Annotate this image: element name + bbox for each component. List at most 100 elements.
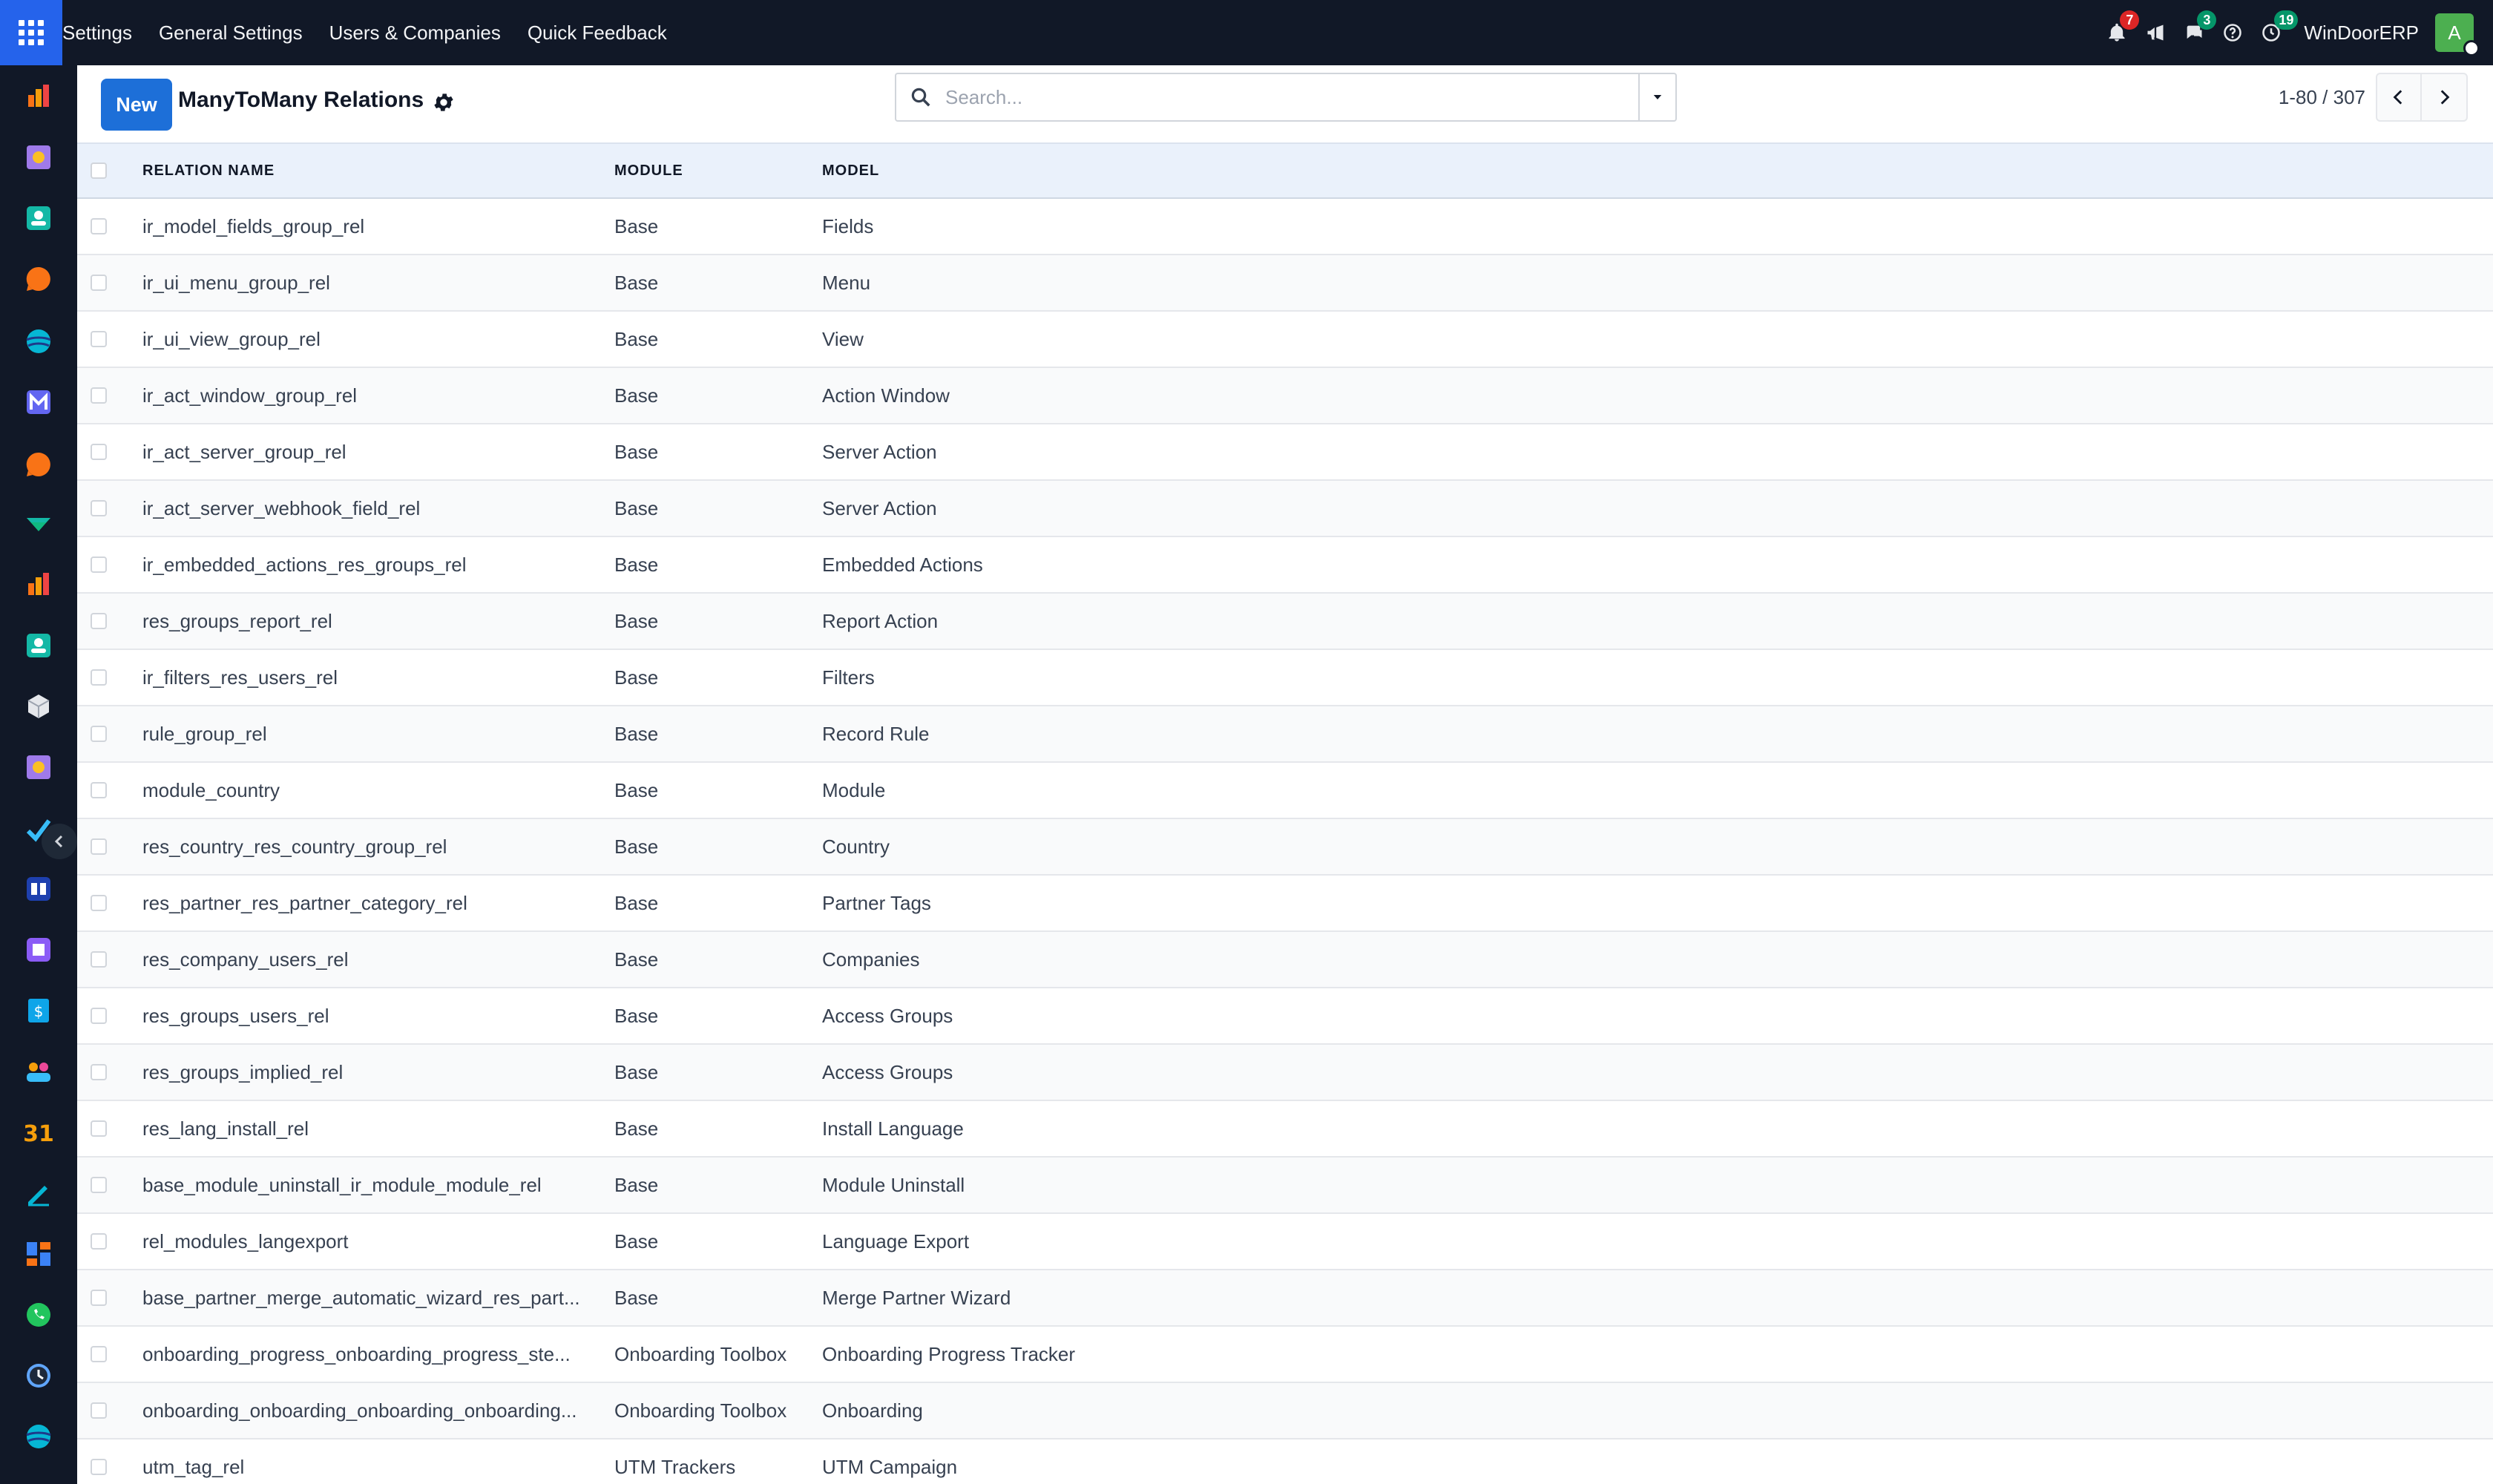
relation-name-cell[interactable]: ir_ui_menu_group_rel — [142, 255, 614, 311]
relation-name-cell[interactable]: ir_model_fields_group_rel — [142, 198, 614, 255]
relation-name-cell[interactable]: res_company_users_rel — [142, 931, 614, 988]
row-checkbox[interactable] — [91, 1233, 107, 1250]
contacts-icon[interactable] — [22, 202, 55, 234]
model-cell[interactable]: Menu — [822, 255, 2493, 311]
model-cell[interactable]: Onboarding Progress Tracker — [822, 1326, 2493, 1382]
company-switcher[interactable]: WinDoorERP — [2290, 22, 2435, 45]
module-cell[interactable]: Base — [614, 988, 822, 1044]
dashboard-icon[interactable] — [22, 1238, 55, 1270]
row-checkbox[interactable] — [91, 726, 107, 742]
contacts-icon[interactable] — [22, 629, 55, 662]
module-cell[interactable]: Base — [614, 198, 822, 255]
website-icon[interactable] — [22, 325, 55, 358]
row-checkbox[interactable] — [91, 613, 107, 629]
row-checkbox[interactable] — [91, 556, 107, 573]
project-icon[interactable] — [22, 508, 55, 540]
model-cell[interactable]: Embedded Actions — [822, 536, 2493, 593]
invoicing-icon[interactable]: $ — [22, 994, 55, 1027]
table-row[interactable]: rel_modules_langexport Base Language Expor… — [77, 1213, 2493, 1270]
model-cell[interactable]: Record Rule — [822, 706, 2493, 762]
sign-icon[interactable] — [22, 1177, 55, 1209]
column-header-model[interactable]: MODEL — [822, 143, 2493, 198]
messages-button[interactable]: 3 — [2175, 0, 2217, 65]
model-cell[interactable]: Filters — [822, 649, 2493, 706]
new-button[interactable]: New — [101, 79, 172, 131]
relation-name-cell[interactable]: res_lang_install_rel — [142, 1100, 614, 1157]
activities-button[interactable]: 19 — [2252, 0, 2299, 65]
whatsapp-icon[interactable] — [22, 1298, 55, 1331]
row-checkbox[interactable] — [91, 331, 107, 347]
user-avatar[interactable]: A — [2435, 13, 2480, 56]
table-row[interactable]: onboarding_progress_onboarding_progress_… — [77, 1326, 2493, 1382]
table-row[interactable]: res_country_res_country_group_rel Base Cou… — [77, 818, 2493, 875]
table-row[interactable]: ir_filters_res_users_rel Base Filters — [77, 649, 2493, 706]
model-cell[interactable]: View — [822, 311, 2493, 367]
table-row[interactable]: ir_act_window_group_rel Base Action Window — [77, 367, 2493, 424]
email-marketing-icon[interactable] — [22, 386, 55, 418]
row-checkbox[interactable] — [91, 895, 107, 911]
model-cell[interactable]: Country — [822, 818, 2493, 875]
row-checkbox[interactable] — [91, 838, 107, 855]
notifications-button[interactable]: 7 — [2098, 0, 2140, 65]
module-cell[interactable]: Base — [614, 255, 822, 311]
row-checkbox[interactable] — [91, 669, 107, 686]
row-checkbox[interactable] — [91, 275, 107, 291]
row-checkbox[interactable] — [91, 782, 107, 798]
model-cell[interactable]: UTM Campaign — [822, 1439, 2493, 1484]
relation-name-cell[interactable]: ir_embedded_actions_res_groups_rel — [142, 536, 614, 593]
table-row[interactable]: rule_group_rel Base Record Rule — [77, 706, 2493, 762]
relation-name-cell[interactable]: utm_tag_rel — [142, 1439, 614, 1484]
search-icon[interactable] — [896, 74, 945, 120]
module-cell[interactable]: Base — [614, 762, 822, 818]
livechat-icon[interactable] — [22, 448, 55, 481]
timesheet-icon[interactable] — [22, 1359, 55, 1392]
select-all-checkbox[interactable] — [91, 162, 107, 179]
table-row[interactable]: ir_ui_menu_group_rel Base Menu — [77, 255, 2493, 311]
relation-name-cell[interactable]: ir_ui_view_group_rel — [142, 311, 614, 367]
relation-name-cell[interactable]: res_partner_res_partner_category_rel — [142, 875, 614, 931]
relation-name-cell[interactable]: base_module_uninstall_ir_module_module_r… — [142, 1157, 614, 1213]
model-cell[interactable]: Module Uninstall — [822, 1157, 2493, 1213]
module-cell[interactable]: Base — [614, 649, 822, 706]
module-cell[interactable]: Base — [614, 931, 822, 988]
table-row[interactable]: res_partner_res_partner_category_rel Base… — [77, 875, 2493, 931]
menu-quick-feedback[interactable]: Quick Feedback — [514, 0, 680, 65]
module-cell[interactable]: Base — [614, 1044, 822, 1100]
row-checkbox[interactable] — [91, 1290, 107, 1306]
model-cell[interactable]: Companies — [822, 931, 2493, 988]
model-cell[interactable]: Server Action — [822, 480, 2493, 536]
apps-menu-button[interactable] — [0, 0, 62, 65]
column-header-module[interactable]: MODULE — [614, 143, 822, 198]
module-cell[interactable]: Base — [614, 818, 822, 875]
module-cell[interactable]: Base — [614, 593, 822, 649]
table-row[interactable]: ir_model_fields_group_rel Base Fields — [77, 198, 2493, 255]
pager-next-button[interactable] — [2422, 73, 2468, 122]
model-cell[interactable]: Install Language — [822, 1100, 2493, 1157]
table-row[interactable]: base_partner_merge_automatic_wizard_res_… — [77, 1270, 2493, 1326]
module-cell[interactable]: Onboarding Toolbox — [614, 1382, 822, 1439]
calendar-icon[interactable]: 31 — [22, 1116, 55, 1149]
table-row[interactable]: utm_tag_rel UTM Trackers UTM Campaign — [77, 1439, 2493, 1484]
module-cell[interactable]: UTM Trackers — [614, 1439, 822, 1484]
pager-value[interactable]: 1-80 / 307 — [2279, 86, 2365, 109]
discuss-icon[interactable] — [22, 751, 55, 784]
model-cell[interactable]: Action Window — [822, 367, 2493, 424]
module-cell[interactable]: Base — [614, 536, 822, 593]
module-cell[interactable]: Base — [614, 480, 822, 536]
module-cell[interactable]: Base — [614, 1100, 822, 1157]
model-cell[interactable]: Access Groups — [822, 988, 2493, 1044]
relation-name-cell[interactable]: rel_modules_langexport — [142, 1213, 614, 1270]
model-cell[interactable]: Access Groups — [822, 1044, 2493, 1100]
row-checkbox[interactable] — [91, 1120, 107, 1137]
model-cell[interactable]: Server Action — [822, 424, 2493, 480]
relation-name-cell[interactable]: ir_filters_res_users_rel — [142, 649, 614, 706]
row-checkbox[interactable] — [91, 387, 107, 404]
row-checkbox[interactable] — [91, 1064, 107, 1080]
relation-name-cell[interactable]: rule_group_rel — [142, 706, 614, 762]
row-checkbox[interactable] — [91, 1346, 107, 1362]
model-cell[interactable]: Fields — [822, 198, 2493, 255]
module-cell[interactable]: Base — [614, 424, 822, 480]
row-checkbox[interactable] — [91, 444, 107, 460]
module-cell[interactable]: Base — [614, 311, 822, 367]
relation-name-cell[interactable]: onboarding_onboarding_onboarding_onboard… — [142, 1382, 614, 1439]
